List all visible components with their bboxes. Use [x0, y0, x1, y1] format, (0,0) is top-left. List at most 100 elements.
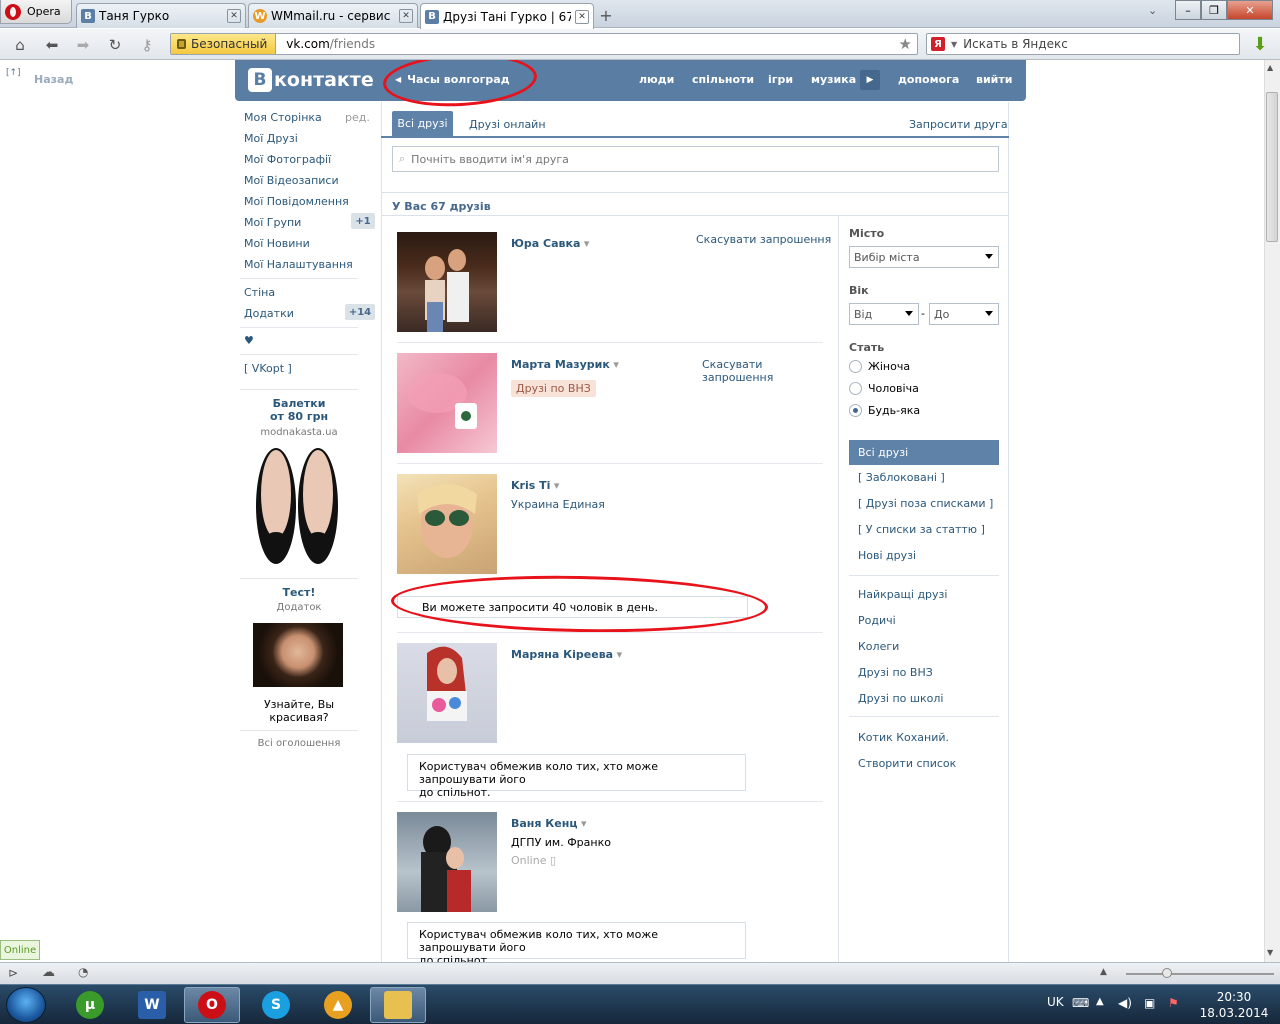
utorrent-taskbar-button[interactable]: µ: [62, 987, 118, 1023]
menu-my-videos[interactable]: Мої Відеозаписи: [244, 174, 339, 187]
friend-name[interactable]: Юра Савка: [511, 237, 589, 250]
url-text[interactable]: vk.com/friends: [276, 37, 898, 51]
list-relatives[interactable]: Родичі: [858, 614, 896, 627]
bookmark-star-icon[interactable]: ★: [899, 35, 917, 53]
zoom-slider-handle[interactable]: [1162, 968, 1172, 978]
close-window-icon[interactable]: ✕: [1227, 0, 1273, 20]
keyboard-language[interactable]: UK: [1047, 995, 1064, 1009]
menu-edit-link[interactable]: ред.: [345, 111, 370, 124]
back-link[interactable]: Назад: [34, 73, 73, 86]
vk-logo[interactable]: В контакте: [248, 68, 374, 92]
list-university-friends[interactable]: Друзі по ВНЗ: [858, 666, 933, 679]
ad2-text[interactable]: Узнайте, Вы красивая?: [240, 698, 358, 724]
radio-female-label[interactable]: Жіноча: [868, 360, 910, 373]
browser-tab[interactable]: В Таня Гурко ✕: [76, 3, 246, 28]
friend-info[interactable]: Украина Единая: [511, 498, 605, 511]
opera-menu-button[interactable]: Opera: [0, 0, 72, 24]
radio-male[interactable]: [849, 382, 862, 395]
ad2-image-woman-face[interactable]: [253, 623, 343, 687]
close-tab-icon[interactable]: ✕: [575, 9, 589, 24]
nav-help[interactable]: допомога: [898, 73, 959, 86]
friend-name[interactable]: Маряна Кіреева: [511, 648, 622, 661]
tray-expand-icon[interactable]: ▲: [1096, 996, 1104, 1007]
speed-dial-icon[interactable]: ◔: [78, 965, 88, 979]
scroll-down-arrow-icon[interactable]: ▼: [1267, 948, 1273, 957]
cloud-icon[interactable]: ☁: [42, 965, 55, 980]
radio-female[interactable]: [849, 360, 862, 373]
tab-all-friends[interactable]: Всі друзі: [392, 111, 453, 136]
list-all-friends[interactable]: Всі друзі: [849, 440, 999, 465]
friend-name[interactable]: Kris Ti: [511, 479, 559, 492]
friend-photo[interactable]: [397, 232, 497, 332]
key-icon[interactable]: ⚷: [136, 34, 158, 56]
friend-photo[interactable]: [397, 353, 497, 453]
radio-any[interactable]: [849, 404, 862, 417]
age-from-select[interactable]: Від: [849, 303, 919, 325]
new-tab-plus-icon[interactable]: +: [596, 6, 616, 25]
nav-games[interactable]: ігри: [768, 73, 793, 86]
home-icon[interactable]: ⌂: [9, 34, 31, 56]
friend-name[interactable]: Марта Мазурик: [511, 358, 619, 371]
menu-my-news[interactable]: Мої Новини: [244, 237, 310, 250]
skype-taskbar-button[interactable]: S: [248, 987, 304, 1023]
list-school-friends[interactable]: Друзі по школі: [858, 692, 943, 705]
address-field[interactable]: Безопасный vk.com/friends ★: [170, 33, 918, 55]
friend-list-tag[interactable]: Друзі по ВНЗ: [511, 380, 596, 397]
scroll-up-arrow-icon[interactable]: ▲: [1267, 63, 1273, 72]
network-icon[interactable]: ▣: [1144, 996, 1155, 1010]
panel-toggle-icon[interactable]: ⊳: [8, 966, 18, 980]
menu-my-page[interactable]: Моя Сторінка: [244, 111, 322, 124]
friend-search-input[interactable]: ⌕ Почніть вводити ім'я друга: [392, 146, 999, 172]
invite-friend-link[interactable]: Запросити друга: [909, 118, 1008, 131]
browser-tab-active[interactable]: В Друзі Тані Гурко | 67 д... ✕: [420, 3, 594, 29]
flag-icon[interactable]: ⚑: [1168, 996, 1179, 1010]
list-blocked[interactable]: [ Заблоковані ]: [858, 471, 945, 484]
zoom-indicator-icon[interactable]: ▲: [1100, 967, 1107, 977]
friend-name[interactable]: Ваня Кенц: [511, 817, 587, 830]
maximize-window-icon[interactable]: ❐: [1201, 0, 1227, 20]
list-best-friends[interactable]: Найкращі друзі: [858, 588, 947, 601]
nav-music[interactable]: музика: [811, 73, 856, 86]
nav-people[interactable]: люди: [639, 73, 674, 86]
nav-logout[interactable]: вийти: [976, 73, 1012, 86]
list-by-gender[interactable]: [ У списки за статтю ]: [858, 523, 985, 536]
back-to-top-icon[interactable]: [↑]: [6, 68, 21, 78]
friend-photo[interactable]: [397, 643, 497, 743]
menu-wall[interactable]: Стіна: [244, 286, 275, 299]
yandex-search-field[interactable]: Я ▼ Искать в Яндекс: [926, 33, 1240, 55]
cancel-invite-link[interactable]: Скасувати запрошення: [696, 233, 831, 246]
minimize-window-icon[interactable]: –: [1175, 0, 1201, 20]
all-ads-link[interactable]: Всі оголошення: [240, 738, 358, 749]
clock-time[interactable]: 20:30: [1198, 990, 1270, 1004]
reload-icon[interactable]: ↻: [104, 34, 126, 56]
secure-connection-badge[interactable]: Безопасный: [171, 34, 277, 54]
menu-my-friends[interactable]: Мої Друзі: [244, 132, 298, 145]
city-select[interactable]: Вибір міста: [849, 246, 999, 268]
menu-my-settings[interactable]: Мої Налаштування: [244, 258, 353, 271]
cancel-invite-link[interactable]: Скасувати запрошення: [702, 358, 773, 384]
ad2-title[interactable]: Тест!: [240, 586, 358, 599]
menu-my-messages[interactable]: Мої Повідомлення: [244, 195, 349, 208]
menu-vkopt[interactable]: [ VKopt ]: [244, 362, 292, 375]
friend-photo[interactable]: [397, 474, 497, 574]
menu-apps[interactable]: Додатки: [244, 307, 294, 320]
tab-list-chevron-icon[interactable]: ⌄: [1148, 4, 1168, 18]
aimp-taskbar-button[interactable]: ▲: [310, 987, 366, 1023]
ad-title[interactable]: Балетки от 80 грн: [240, 397, 358, 423]
word-taskbar-button[interactable]: W: [124, 987, 180, 1023]
nav-communities[interactable]: спільноти: [692, 73, 754, 86]
radio-any-label[interactable]: Будь-яка: [868, 404, 920, 417]
search-engine-dropdown-icon[interactable]: ▼: [951, 40, 957, 49]
radio-male-label[interactable]: Чоловіча: [868, 382, 919, 395]
zoom-slider-track[interactable]: [1126, 973, 1274, 975]
menu-my-groups[interactable]: Мої Групи: [244, 216, 301, 229]
tab-friends-online[interactable]: Друзі онлайн: [469, 118, 546, 131]
download-arrow-icon[interactable]: ⬇: [1250, 34, 1270, 55]
create-list-link[interactable]: Створити список: [858, 757, 956, 770]
list-custom[interactable]: Котик Коханий.: [858, 731, 949, 744]
age-to-select[interactable]: До: [929, 303, 999, 325]
volume-icon[interactable]: ◀): [1118, 996, 1132, 1010]
scrollbar-thumb[interactable]: [1266, 92, 1278, 242]
list-new-friends[interactable]: Нові друзі: [858, 549, 916, 562]
explorer-taskbar-button[interactable]: [370, 987, 426, 1023]
